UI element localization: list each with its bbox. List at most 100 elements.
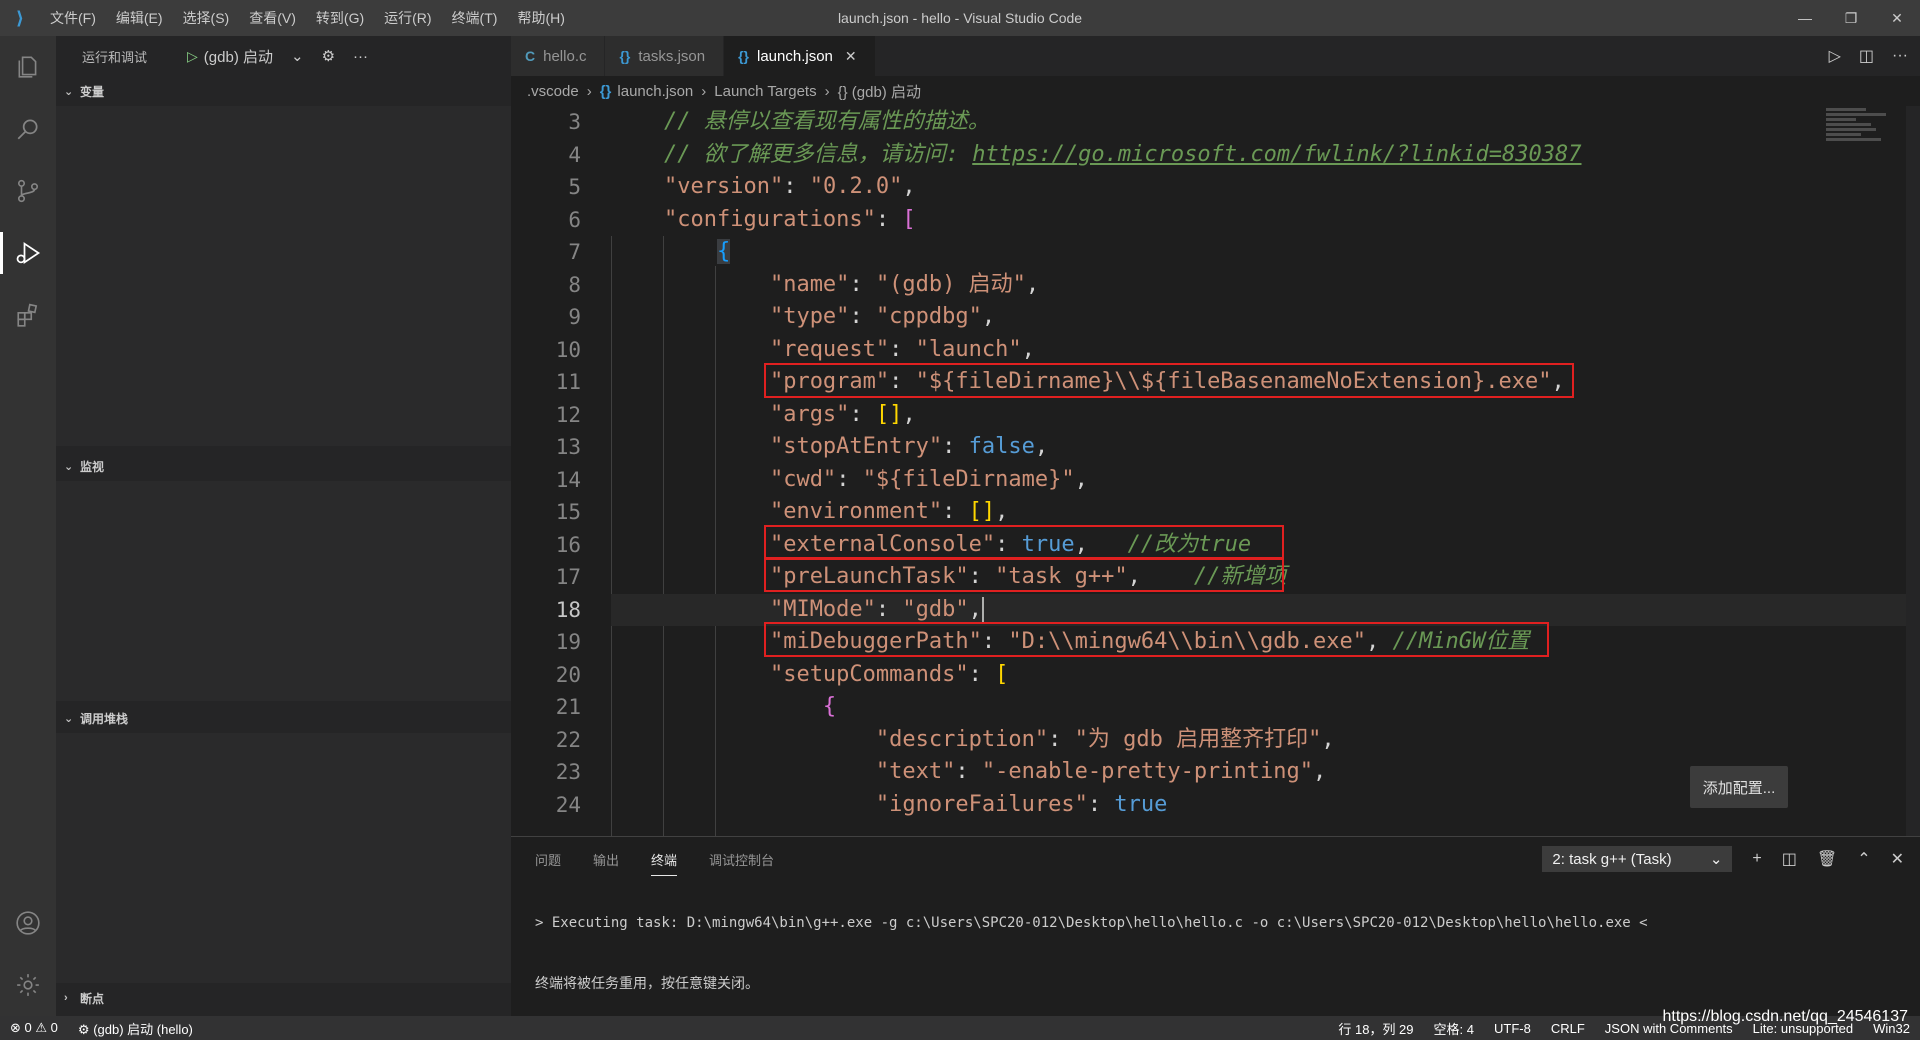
add-configuration-button[interactable]: 添加配置... [1690,766,1788,808]
indentation[interactable]: 空格: 4 [1424,1019,1484,1038]
code-line: "args": [], [769,401,916,427]
code-line: "name": "(gdb) 启动", [769,271,1040,297]
cursor-position[interactable]: 行 18，列 29 [1328,1019,1423,1038]
menu-view[interactable]: 查看(V) [239,0,306,36]
minimap-line [1826,118,1856,121]
debug-config-select[interactable]: (gdb) 启动 [204,46,273,67]
line-number: 23 [555,760,581,784]
activity-bar [0,36,56,1016]
line-number: 11 [555,370,581,394]
tab-label: tasks.json [638,47,706,65]
line-number: 21 [555,695,581,719]
line-number: 7 [568,240,581,264]
gear-icon[interactable]: ⚙ [322,47,335,65]
split-editor-icon[interactable]: ◫ [1859,46,1874,66]
section-callstack[interactable]: ⌄ 调用堆栈 [56,706,511,730]
minimize-button[interactable]: — [1782,0,1828,36]
breadcrumb-node[interactable]: Launch Targets [714,83,816,100]
c-file-icon: C [525,48,536,64]
line-number-gutter: 3 4 5 6 7 8 9 10 11 12 13 14 15 16 17 18… [511,106,596,821]
split-terminal-icon[interactable]: ◫ [1782,849,1797,869]
more-actions-icon[interactable]: ··· [1892,47,1908,65]
tab-tasks-json[interactable]: {} tasks.json [605,36,725,76]
problems-status[interactable]: ⊗ 0 ⚠ 0 [0,1020,68,1036]
run-debug-icon[interactable] [0,222,56,284]
code-line: "environment": [], [769,499,1009,524]
tab-label: launch.json [757,47,833,65]
encoding[interactable]: UTF-8 [1484,1021,1541,1036]
json-key: "environment" [769,499,943,524]
tab-hello-c[interactable]: C hello.c [511,36,606,76]
panel-tab-output[interactable]: 输出 [593,850,619,869]
run-icon[interactable]: ▷ [1829,46,1841,66]
menu-help[interactable]: 帮助(H) [507,0,574,36]
chevron-right-icon: › [701,82,707,100]
code-line: "description": "为 gdb 启用整齐打印", [875,726,1335,752]
chevron-up-icon[interactable]: ⌃ [1857,849,1870,869]
menu-file[interactable]: 文件(F) [40,0,106,36]
debug-target-status[interactable]: ⚙ (gdb) 启动 (hello) [68,1019,203,1038]
source-control-icon[interactable] [0,160,56,222]
panel-tab-problems[interactable]: 问题 [535,850,561,869]
bottom-panel: 问题 输出 终端 调试控制台 2: task g++ (Task) ⌄ + ◫ … [511,836,1920,1016]
vertical-scrollbar[interactable] [1906,106,1920,836]
close-panel-icon[interactable]: ✕ [1891,849,1904,869]
search-icon[interactable] [0,98,56,160]
code-line: "cwd": "${fileDirname}", [769,466,1088,492]
start-debug-icon[interactable]: ▷ [187,48,198,65]
more-actions-icon[interactable]: ··· [353,48,368,65]
restore-button[interactable]: ❐ [1828,0,1874,36]
chevron-down-icon[interactable]: ⌄ [291,47,304,65]
minimap-line [1826,138,1881,141]
minimap-line [1826,128,1876,131]
section-breakpoints[interactable]: › 断点 [56,986,511,1010]
code-content[interactable]: // 悬停以查看现有属性的描述。 // 欲了解更多信息，请访问: https:/… [611,106,1911,821]
line-ending[interactable]: CRLF [1541,1021,1595,1036]
json-file-icon: {} [619,48,631,64]
chevron-down-icon: ⌄ [64,460,74,473]
json-key: "name" [769,271,850,297]
json-key: "ignoreFailures" [875,791,1088,817]
code-editor[interactable]: 3 4 5 6 7 8 9 10 11 12 13 14 15 16 17 18… [511,106,1920,836]
json-key: "args" [769,401,850,427]
section-variables-label: 变量 [80,84,105,99]
extensions-icon[interactable] [0,284,56,346]
variables-panel [56,106,511,446]
json-key: "text" [875,759,956,784]
breadcrumb-folder[interactable]: .vscode [527,83,579,100]
terminal-select[interactable]: 2: task g++ (Task) ⌄ [1542,846,1733,872]
breadcrumb-leaf[interactable]: {} (gdb) 启动 [838,81,921,102]
chevron-right-icon: › [64,992,68,1004]
close-window-button[interactable]: ✕ [1874,0,1920,36]
trash-icon[interactable]: 🗑 [1817,849,1837,869]
close-tab-icon[interactable]: ✕ [845,48,857,65]
line-number: 13 [555,435,581,459]
panel-tab-terminal[interactable]: 终端 [651,843,678,876]
code-line: { [716,239,731,264]
json-value: false [968,434,1035,459]
section-variables[interactable]: ⌄ 变量 [56,79,511,103]
menu-run[interactable]: 运行(R) [374,0,441,36]
panel-tab-debug-console[interactable]: 调试控制台 [709,850,774,869]
minimap[interactable] [1826,106,1906,226]
line-number: 4 [568,142,581,167]
tab-launch-json[interactable]: {} launch.json ✕ [724,36,876,76]
json-value: "-enable-pretty-printing" [981,759,1314,784]
menu-selection[interactable]: 选择(S) [173,0,240,36]
new-terminal-icon[interactable]: + [1752,850,1761,868]
doc-link[interactable]: https://go.microsoft.com/fwlink/?linkid=… [972,142,1581,167]
highlight-box-prelaunchtask [764,557,1284,592]
menu-terminal[interactable]: 终端(T) [442,0,508,36]
section-watch[interactable]: ⌄ 监视 [56,454,511,478]
account-icon[interactable] [0,892,56,954]
menu-go[interactable]: 转到(G) [306,0,374,36]
code-line: "request": "launch", [769,336,1035,362]
chevron-down-icon: ⌄ [1709,851,1723,868]
settings-gear-icon[interactable] [0,954,56,1016]
explorer-icon[interactable] [0,36,56,98]
line-number-current: 18 [555,597,581,622]
breadcrumb-file[interactable]: launch.json [617,83,693,100]
menu-edit[interactable]: 编辑(E) [106,0,173,36]
line-number: 19 [555,630,581,654]
line-number: 16 [555,532,581,557]
